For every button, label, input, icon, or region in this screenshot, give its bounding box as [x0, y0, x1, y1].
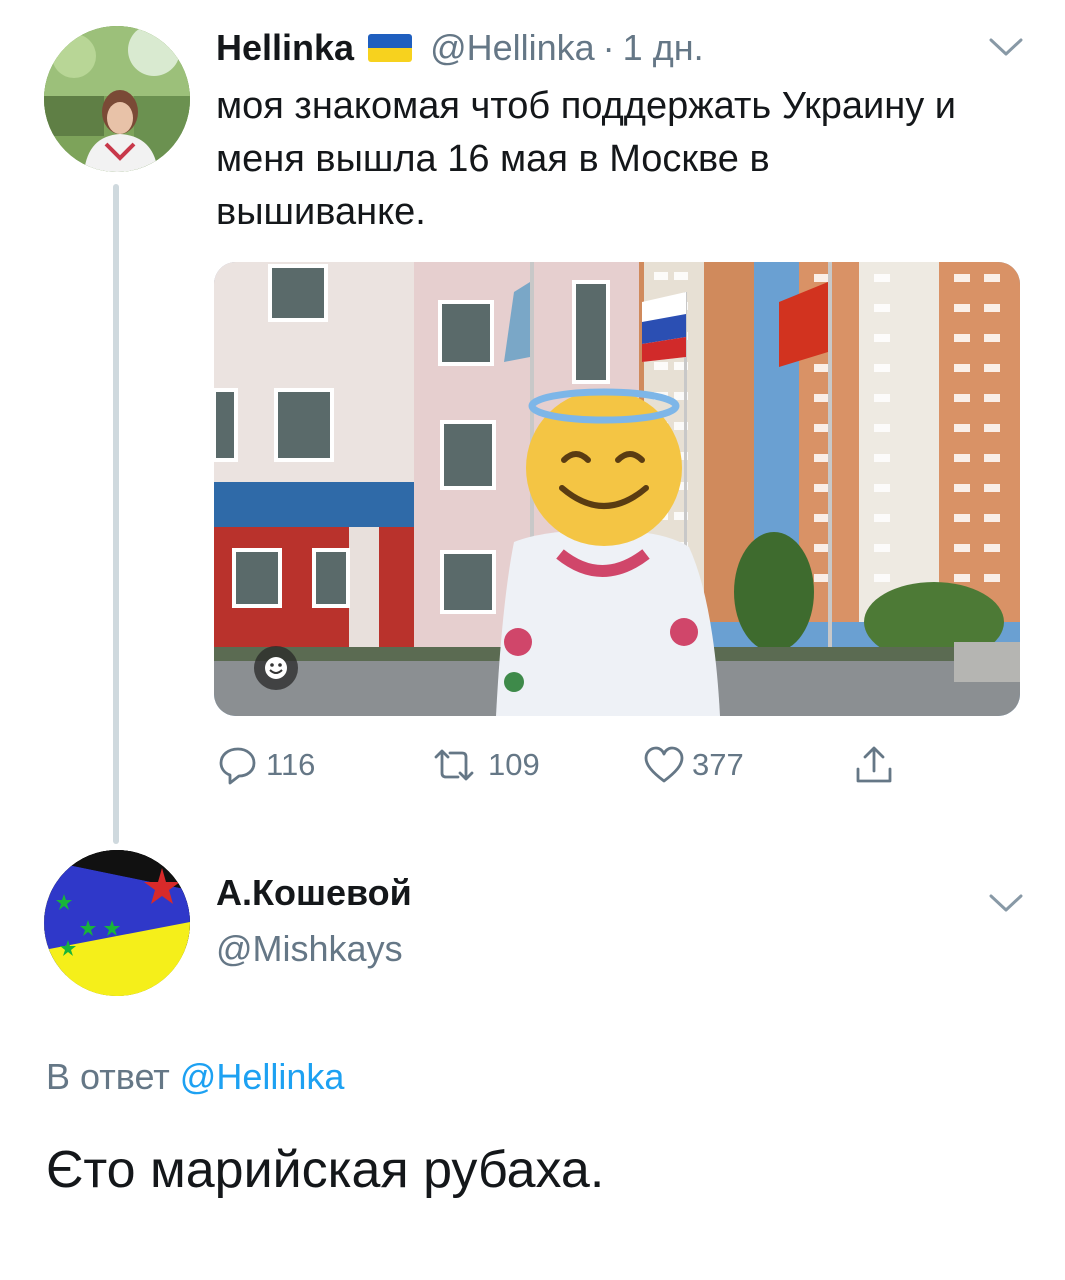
like-icon [644, 746, 684, 783]
like-button[interactable]: 377 [642, 740, 744, 790]
chevron-down-icon[interactable] [988, 36, 1024, 58]
share-icon [856, 746, 892, 783]
chevron-down-icon[interactable] [988, 892, 1024, 914]
reply-button[interactable]: 116 [216, 740, 315, 790]
in-reply-to-mention[interactable]: @Hellinka [180, 1056, 345, 1097]
avatar-mishkays[interactable] [44, 850, 190, 996]
retweet-count: 109 [488, 747, 540, 782]
display-name[interactable]: Hellinka [216, 27, 354, 69]
smiley-icon[interactable] [254, 646, 298, 690]
thread-connector-line [113, 184, 119, 844]
reply-display-name[interactable]: А.Кошевой [216, 872, 412, 914]
reply-count: 116 [266, 747, 316, 782]
reply-user-handle[interactable]: @Mishkays [216, 928, 403, 970]
like-count: 377 [692, 747, 744, 782]
tweet-header: Hellinka @Hellinka · 1 дн. [216, 26, 704, 70]
separator-dot: · [602, 27, 615, 68]
retweet-button[interactable]: 109 [426, 740, 540, 790]
reply-text: Єто марийская рубаха. [46, 1141, 605, 1199]
tweet-timestamp[interactable]: 1 дн. [623, 27, 704, 69]
in-reply-to: В ответ @Hellinka [46, 1056, 344, 1098]
avatar-hellinka[interactable] [44, 26, 190, 172]
ukraine-flag-icon [368, 34, 413, 62]
in-reply-to-label: В ответ [46, 1056, 170, 1097]
tweet-actions: 116 109 377 [216, 740, 916, 790]
tweet-media-image[interactable] [214, 262, 1020, 716]
share-button[interactable] [852, 740, 902, 790]
tweet-text: моя знакомая чтоб поддержать Украину и м… [216, 85, 957, 233]
user-handle[interactable]: @Hellinka [430, 27, 595, 69]
retweet-icon [434, 749, 474, 781]
reply-icon [219, 747, 256, 785]
